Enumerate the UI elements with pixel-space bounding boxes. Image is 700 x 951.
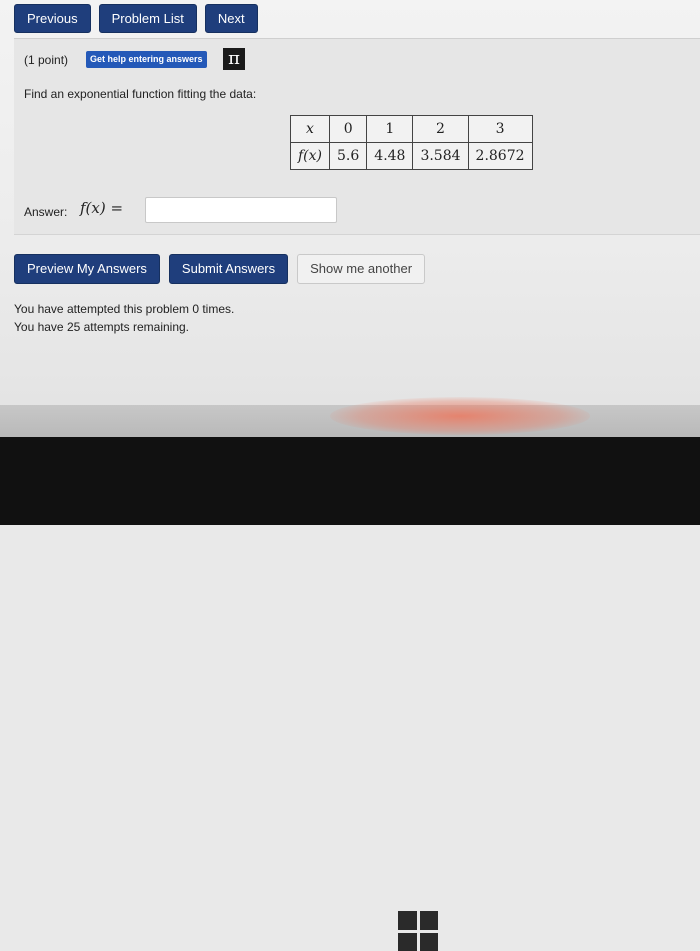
help-entering-answers-button[interactable]: Get help entering answers <box>86 51 207 68</box>
fx-value-cell: 4.48 <box>366 142 414 170</box>
answer-input[interactable] <box>145 197 337 223</box>
x-value-cell: 1 <box>366 115 414 143</box>
x-value-cell: 2 <box>412 115 469 143</box>
problem-prompt: Find an exponential function fitting the… <box>24 87 257 101</box>
attempt-status: You have attempted this problem 0 times.… <box>14 300 234 336</box>
problem-list-button[interactable]: Problem List <box>98 4 197 33</box>
problem-navigation: Previous Problem List Next <box>14 4 258 33</box>
answer-expression: f(x) = <box>80 199 124 217</box>
windows-logo-icon <box>398 911 438 951</box>
x-header-cell: x <box>289 115 331 143</box>
data-table: x 0 1 2 3 f(x) 5.6 4.48 3.584 2.8672 <box>289 115 533 170</box>
fx-value-cell: 5.6 <box>329 142 368 170</box>
problem-panel: (1 point) Get help entering answers π Fi… <box>14 38 700 235</box>
table-row: f(x) 5.6 4.48 3.584 2.8672 <box>289 142 533 170</box>
preview-answers-button[interactable]: Preview My Answers <box>14 254 160 284</box>
x-value-cell: 0 <box>329 115 368 143</box>
fx-header-cell: f(x) <box>289 142 331 170</box>
points-label: (1 point) <box>24 53 69 67</box>
answer-actions: Preview My Answers Submit Answers Show m… <box>14 254 426 284</box>
remaining-text: You have 25 attempts remaining. <box>14 320 190 334</box>
fx-value-cell: 3.584 <box>412 142 469 170</box>
previous-button[interactable]: Previous <box>14 4 91 33</box>
laptop-bezel <box>0 437 700 951</box>
submit-answers-button[interactable]: Submit Answers <box>168 254 289 284</box>
browser-viewport: Previous Problem List Next (1 point) Get… <box>0 0 700 405</box>
attempted-text: You have attempted this problem 0 times. <box>14 302 235 316</box>
x-value-cell: 3 <box>467 115 533 143</box>
table-row: x 0 1 2 3 <box>289 115 533 143</box>
pi-icon[interactable]: π <box>223 48 245 70</box>
light-reflection <box>330 397 590 435</box>
fx-value-cell: 2.8672 <box>467 142 533 170</box>
answer-label: Answer: <box>24 205 68 219</box>
next-button[interactable]: Next <box>204 4 258 33</box>
show-another-button[interactable]: Show me another <box>297 254 426 284</box>
